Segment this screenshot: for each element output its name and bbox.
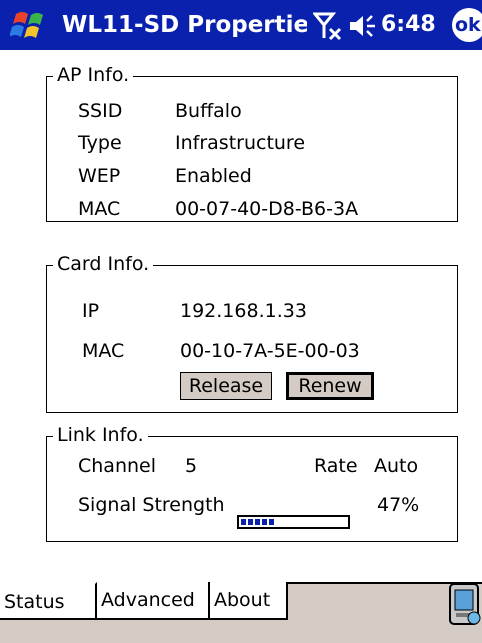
connectivity-icon[interactable] [313,11,343,41]
renew-button[interactable]: Renew [286,372,374,400]
ap-info-legend: AP Info. [53,62,134,88]
ap-mac-value: 00-07-40-D8-B6-3A [175,198,359,220]
wep-label: WEP [78,165,121,187]
rate-value: Auto [374,455,419,477]
card-mac-label: MAC [82,340,125,362]
signal-strength-label: Signal Strength [78,494,225,516]
window-title: WL11-SD Propertie: [62,12,307,38]
signal-strength-percent: 47% [377,494,420,516]
channel-label: Channel [78,455,157,477]
clock[interactable]: 6:48 [381,0,436,50]
wep-value: Enabled [175,165,252,187]
signal-segment [269,519,274,525]
windows-start-icon[interactable] [10,8,50,42]
tab-strip: Status Advanced About [0,582,482,622]
title-bar: WL11-SD Propertie: 6:48 ok [0,0,482,50]
rate-label: Rate [314,455,358,477]
ok-button[interactable]: ok [452,8,482,42]
type-label: Type [78,132,122,154]
ip-value: 192.168.1.33 [180,300,307,322]
type-value: Infrastructure [175,132,306,154]
ssid-value: Buffalo [175,100,242,122]
signal-segment [255,519,260,525]
signal-segment [241,519,246,525]
input-panel-icon[interactable] [448,578,482,643]
card-mac-value: 00-10-7A-5E-00-03 [180,340,360,362]
tab-status[interactable]: Status [0,582,97,620]
ap-mac-label: MAC [78,198,121,220]
tab-advanced[interactable]: Advanced [97,582,210,620]
channel-value: 5 [185,455,198,477]
tab-about[interactable]: About [210,582,288,620]
signal-strength-bar [237,515,350,529]
link-info-legend: Link Info. [53,422,148,448]
card-info-legend: Card Info. [53,251,154,277]
ip-label: IP [82,300,100,322]
signal-strength-fill [241,519,274,525]
signal-segment [248,519,253,525]
release-button[interactable]: Release [180,372,272,400]
volume-icon[interactable] [348,12,378,40]
command-bar [0,620,482,643]
signal-segment [262,519,267,525]
ssid-label: SSID [78,100,123,122]
